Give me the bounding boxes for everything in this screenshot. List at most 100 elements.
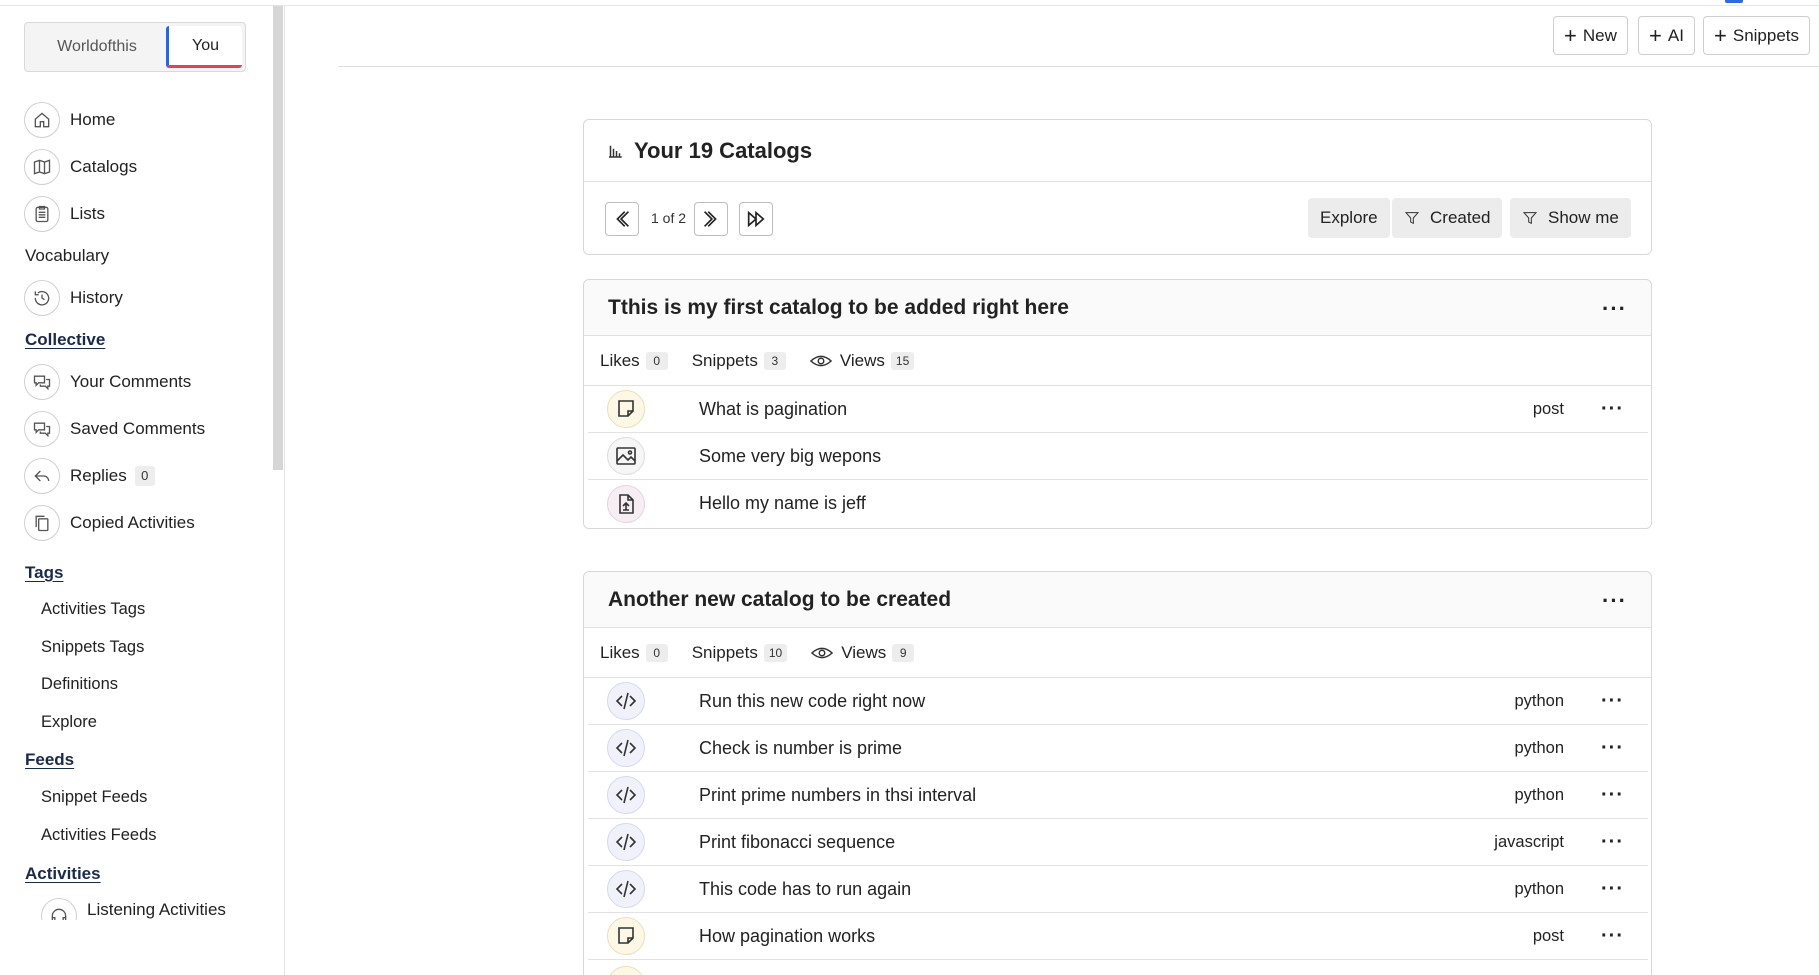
clipboard-list-icon [24,196,60,232]
sidebar-item-catalogs[interactable]: Catalogs [24,149,137,185]
catalog-title[interactable]: Tthis is my first catalog to be added ri… [608,296,1069,320]
catalog-title[interactable]: Another new catalog to be created [608,588,951,612]
sidebar-item-history[interactable]: History [24,280,123,316]
item-type-tag: python [1514,785,1564,804]
top-toolbar: + New + AI + Snippets [338,6,1819,67]
likes-count: 0 [645,351,668,370]
list-item[interactable]: Some very big wepons [588,433,1648,480]
item-title: Print prime numbers in thsi interval [699,784,977,805]
sidebar-item-definitions[interactable]: Definitions [41,675,118,694]
likes-count: 0 [645,643,668,662]
item-type-tag: javascript [1494,832,1564,851]
plus-icon: + [1714,22,1727,48]
item-more-button[interactable]: ··· [1601,878,1624,901]
list-item[interactable]: Print fibonacci sequence javascript ··· [588,819,1648,866]
list-item[interactable]: Hello my name is jeff [588,480,1648,527]
list-item[interactable] [588,960,1648,975]
chevron-right-icon [703,211,717,227]
created-filter-label: Created [1430,208,1491,227]
plus-icon: + [1564,22,1577,48]
code-icon [607,870,645,908]
list-item[interactable]: Print prime numbers in thsi interval pyt… [588,772,1648,819]
list-item[interactable]: How pagination works post ··· [588,913,1648,960]
catalog-stats: Likes 0 Snippets 10 Views 9 [584,628,1651,678]
last-page-button[interactable] [739,202,773,236]
sidebar-item-copied-activities[interactable]: Copied Activities [24,505,195,541]
likes-stat[interactable]: Likes 0 [600,643,668,663]
catalog-header: Another new catalog to be created [584,572,1651,628]
item-more-button[interactable]: ··· [1601,831,1624,854]
item-more-button[interactable]: ··· [1601,737,1624,760]
sidebar-item-home[interactable]: Home [24,102,115,138]
item-more-button[interactable]: ··· [1601,398,1624,421]
created-filter-button[interactable]: Created [1392,198,1503,238]
sidebar-scrollbar[interactable] [273,6,283,470]
image-icon [607,437,645,475]
eye-icon [809,355,832,366]
sidebar-item-label: Saved Comments [70,419,206,438]
showme-filter-button[interactable]: Show me [1510,198,1631,238]
list-item[interactable]: What is pagination post ··· [588,386,1648,433]
snippets-stat[interactable]: Snippets 10 [692,643,788,663]
sidebar-item-label: Catalogs [70,157,138,176]
note-icon [607,966,645,975]
new-button-label: New [1582,25,1617,45]
snippets-stat[interactable]: Snippets 3 [692,351,786,371]
code-icon [607,823,645,861]
reply-icon [24,458,60,494]
sidebar-item-snippet-feeds[interactable]: Snippet Feeds [41,788,147,807]
list-item[interactable]: Run this new code right now python ··· [588,678,1648,725]
list-item[interactable]: This code has to run again python ··· [588,866,1648,913]
item-type-tag: python [1514,738,1564,757]
profile-switcher: Worldofthis You [24,22,246,72]
ai-button[interactable]: + AI [1638,16,1695,55]
new-button[interactable]: + New [1553,16,1628,55]
catalog-card: Another new catalog to be created ··· Li… [583,571,1652,975]
item-type-tag: python [1514,879,1564,898]
sidebar-item-listening-activities[interactable]: Listening Activities [41,892,226,920]
code-icon [607,682,645,720]
sidebar-item-replies[interactable]: Replies 0 [24,458,155,494]
prev-page-button[interactable] [605,202,639,236]
next-page-button[interactable] [694,202,728,236]
snippets-count: 10 [763,643,788,662]
filter-icon [1522,212,1538,225]
item-more-button[interactable]: ··· [1601,925,1624,948]
list-item[interactable]: Check is number is prime python ··· [588,725,1648,772]
sidebar-item-vocabulary[interactable]: Vocabulary [25,246,109,266]
chevron-left-icon [616,211,630,227]
sidebar-item-activities-feeds[interactable]: Activities Feeds [41,826,157,845]
catalog-header: Tthis is my first catalog to be added ri… [584,280,1651,336]
sidebar-item-lists[interactable]: Lists [24,196,105,232]
item-more-button[interactable]: ··· [1601,784,1624,807]
item-title: Some very big wepons [699,445,882,466]
sidebar-item-explore[interactable]: Explore [41,713,97,732]
sidebar-item-label: Replies [70,466,127,485]
catalogs-header-panel: Your 19 Catalogs 1 of 2 Explore Created … [583,119,1652,255]
item-more-button[interactable]: ··· [1601,690,1624,713]
section-activities[interactable]: Activities [25,864,101,884]
views-stat[interactable]: Views 15 [809,351,915,371]
sidebar-item-saved-comments[interactable]: Saved Comments [24,411,205,447]
section-collective[interactable]: Collective [25,330,105,350]
item-type-tag: post [1532,399,1564,418]
likes-stat[interactable]: Likes 0 [600,351,668,371]
explore-button[interactable]: Explore [1308,198,1390,238]
snippets-button[interactable]: + Snippets [1703,16,1811,55]
views-stat[interactable]: Views 9 [811,643,915,663]
catalog-more-button[interactable]: ··· [1602,298,1627,320]
sidebar-item-your-comments[interactable]: Your Comments [24,364,191,400]
item-title: Hello my name is jeff [699,493,866,513]
sidebar: Worldofthis You Home Catalogs Lists Voca… [0,6,285,975]
sidebar-item-snippets-tags[interactable]: Snippets Tags [41,638,144,657]
map-icon [24,149,60,185]
switch-worldofthis[interactable]: Worldofthis [28,26,166,68]
catalog-more-button[interactable]: ··· [1602,590,1627,612]
sidebar-item-label: Home [70,110,116,129]
switch-you[interactable]: You [166,26,242,68]
section-feeds[interactable]: Feeds [25,750,74,770]
sidebar-item-activities-tags[interactable]: Activities Tags [41,600,145,619]
item-title: Print fibonacci sequence [699,831,896,852]
section-tags[interactable]: Tags [25,563,63,583]
item-title: Check is number is prime [699,737,903,758]
